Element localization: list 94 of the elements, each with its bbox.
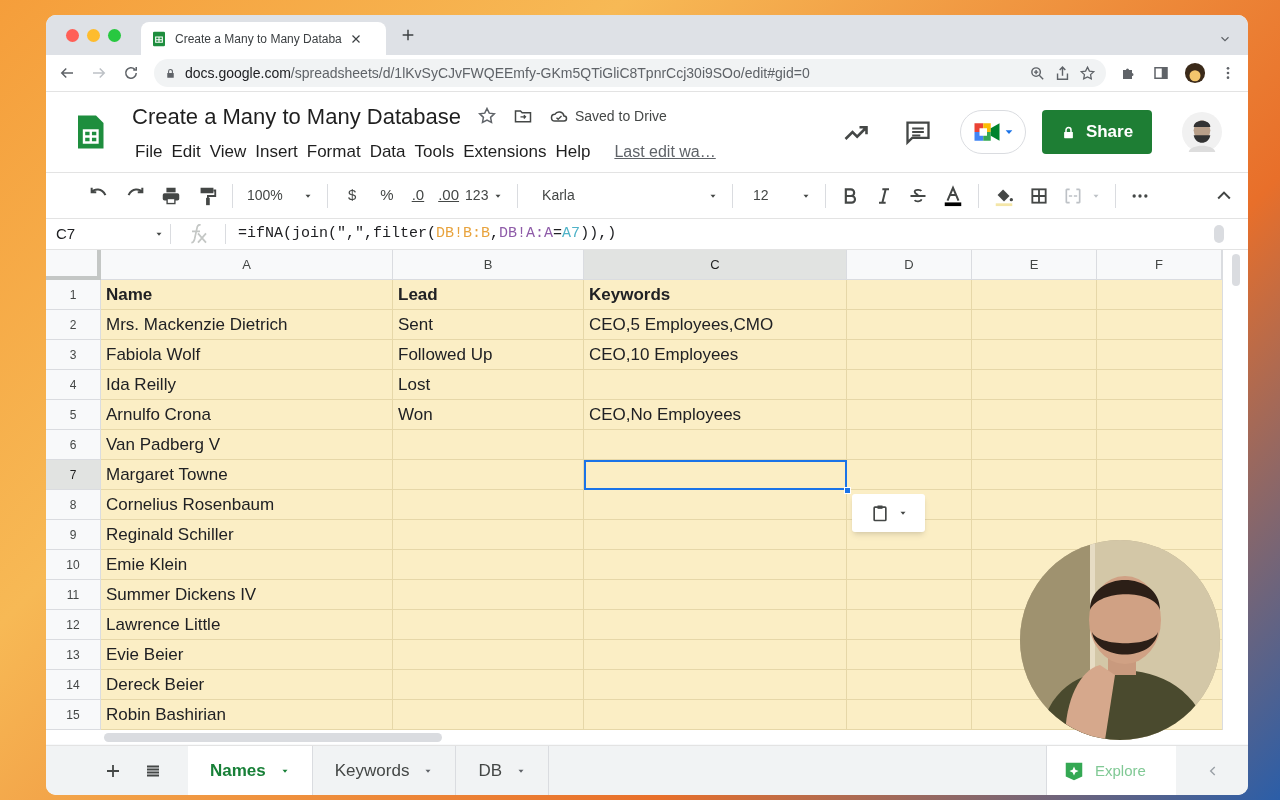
table-cell-text: Van Padberg V (105, 434, 222, 457)
menu-item[interactable]: Help (552, 138, 594, 165)
table-cell-text: Lead (397, 284, 439, 307)
account-avatar-icon[interactable] (1182, 112, 1222, 152)
table-cell-text: Reginald Schiller (105, 524, 235, 547)
font-dropdown[interactable]: Karla (532, 185, 719, 206)
column-header[interactable]: B (393, 250, 584, 280)
explore-icon (1063, 760, 1085, 782)
table-cell-text: Arnulfo Crona (105, 404, 212, 427)
paste-options-button[interactable] (852, 494, 925, 532)
formula-input[interactable]: =ifNA(join(",",filter(DB!B:B,DB!A:A=A7)),) (238, 222, 1214, 246)
font-size-dropdown[interactable]: 12 (747, 185, 812, 206)
table-cell-text: Cornelius Rosenbaum (105, 494, 276, 517)
vertical-scrollbar[interactable] (1231, 254, 1240, 286)
sheets-icon (151, 30, 167, 47)
share-button[interactable]: Share (1042, 110, 1152, 154)
decrease-decimals-button[interactable]: .0 (411, 184, 425, 207)
address-bar[interactable]: docs.google.com/spreadsheets/d/1lKvSyCJvFWQEEmfy-GKm5QTiGliC8TpnrCcj30i9SOo/edit#gid=0 (154, 59, 1106, 87)
percent-button[interactable]: % (376, 184, 398, 207)
row-header[interactable]: 8 (46, 490, 101, 520)
save-status: Saved to Drive (574, 106, 667, 126)
table-cell-text: CEO,No Employees (588, 404, 743, 427)
row-header[interactable]: 14 (46, 670, 101, 700)
column-header[interactable]: E (972, 250, 1097, 280)
table-cell-text: Mrs. Mackenzie Dietrich (105, 314, 289, 337)
table-cell-text: Fabiola Wolf (105, 344, 202, 367)
menu-item[interactable]: Format (303, 138, 364, 165)
browser-tab[interactable]: Create a Many to Many Databa (141, 22, 386, 55)
bookmark-star-icon[interactable] (1079, 64, 1096, 82)
close-icon[interactable] (349, 32, 362, 45)
table-cell-text: Margaret Towne (105, 464, 229, 487)
column-header[interactable]: C (584, 250, 847, 280)
sheet-tab[interactable]: Names (188, 746, 313, 795)
row-header[interactable]: 3 (46, 340, 101, 370)
table-cell-text: Name (105, 284, 154, 307)
column-header[interactable]: A (101, 250, 393, 280)
increase-decimals-button[interactable]: .00 (438, 184, 460, 207)
table-cell-text: Emie Klein (105, 554, 189, 577)
menu-item[interactable]: Edit (168, 138, 204, 165)
row-header[interactable]: 15 (46, 700, 101, 730)
table-cell-text: Lawrence Little (105, 614, 222, 637)
column-header[interactable]: F (1097, 250, 1222, 280)
scroll-thumb[interactable] (1214, 225, 1224, 243)
table-cell-text: Summer Dickens IV (105, 584, 258, 607)
table-cell-text: Keywords (588, 284, 672, 307)
menu-item[interactable]: View (206, 138, 250, 165)
row-header[interactable]: 9 (46, 520, 101, 550)
row-header[interactable]: 12 (46, 610, 101, 640)
table-cell-text: Evie Beier (105, 644, 185, 667)
plus-icon[interactable] (400, 27, 416, 43)
table-cell-text: Lost (397, 374, 432, 397)
caret-icon (1004, 127, 1014, 137)
menu-item[interactable]: File (132, 138, 166, 165)
table-cell-text: Sent (397, 314, 434, 337)
menu-item[interactable]: Insert (252, 138, 301, 165)
row-header[interactable]: 6 (46, 430, 101, 460)
row-header[interactable]: 13 (46, 640, 101, 670)
name-box[interactable]: C7 (46, 219, 170, 249)
table-cell-text: Won (397, 404, 434, 427)
fill-handle[interactable] (844, 487, 851, 494)
last-edit-link[interactable]: Last edit wa… (614, 139, 716, 164)
column-header[interactable]: D (847, 250, 972, 280)
document-title[interactable]: Create a Many to Many Database (132, 99, 461, 133)
row-header[interactable]: 10 (46, 550, 101, 580)
horizontal-scrollbar[interactable] (104, 732, 442, 742)
row-header[interactable]: 2 (46, 310, 101, 340)
table-cell-text: Dereck Beier (105, 674, 206, 697)
borders-icon[interactable] (1029, 185, 1050, 206)
row-header[interactable]: 4 (46, 370, 101, 400)
profile-avatar-icon[interactable] (1184, 62, 1206, 84)
zoom-icon[interactable] (1029, 64, 1046, 82)
menu-item[interactable]: Data (366, 138, 409, 165)
table-cell-text: Followed Up (397, 344, 494, 367)
tab-title: Create a Many to Many Databa (175, 30, 342, 48)
sheet-tab[interactable]: DB (456, 746, 550, 795)
row-header[interactable]: 5 (46, 400, 101, 430)
table-cell-text: CEO,5 Employees,CMO (588, 314, 775, 337)
number-format-dropdown[interactable]: 123 (465, 185, 504, 206)
url-text: docs.google.com/spreadsheets/d/1lKvSyCJvFWQEEmfy-GKm5QTiGliC8TpnrCcj30i9SOo/edit#gid=0 (185, 63, 811, 83)
row-header[interactable]: 7 (46, 460, 101, 490)
sheet-tab[interactable]: Keywords (312, 746, 457, 795)
reload-icon[interactable] (122, 64, 140, 82)
side-panel-icon[interactable] (1152, 64, 1170, 82)
menu-item[interactable]: Extensions (460, 138, 550, 165)
lock-icon (164, 66, 177, 80)
share-icon[interactable] (1054, 64, 1071, 82)
menu-item[interactable]: Tools (411, 138, 458, 165)
table-cell-text: CEO,10 Employees (588, 344, 740, 367)
row-header[interactable]: 1 (46, 280, 101, 310)
table-cell-text: Ida Reilly (105, 374, 177, 397)
zoom-dropdown[interactable]: 100% (247, 185, 313, 206)
table-cell-text: Robin Bashirian (105, 704, 227, 727)
row-header[interactable]: 11 (46, 580, 101, 610)
currency-button[interactable]: $ (342, 184, 363, 207)
